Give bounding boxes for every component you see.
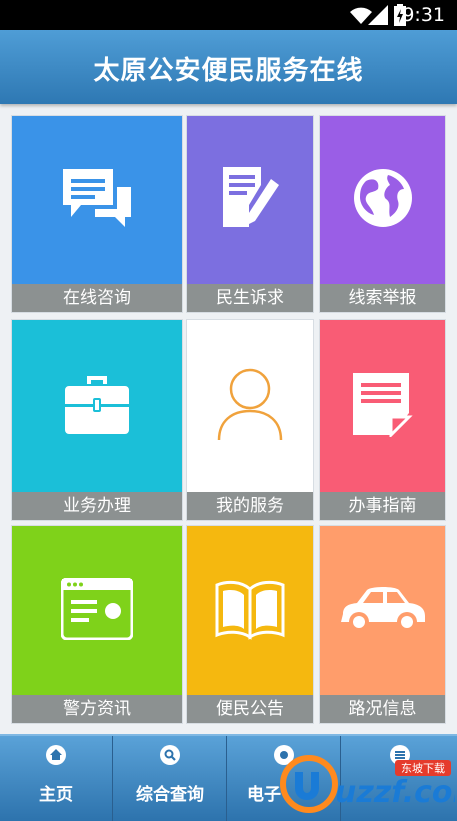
tile-label: 路况信息: [320, 695, 445, 723]
tile-my-services[interactable]: 我的服务: [186, 319, 314, 521]
tab-label: 综合查询: [136, 785, 204, 805]
uzzf-logo-icon: 东坡下载 uzzf.com: [280, 755, 457, 813]
tile-label: 警方资讯: [12, 695, 182, 723]
tile-label: 业务办理: [12, 492, 182, 520]
tab-query[interactable]: 综合查询: [114, 736, 227, 821]
chat-bubbles-icon: [63, 169, 131, 228]
tile-traffic-info[interactable]: 路况信息: [319, 525, 446, 724]
search-icon: [160, 745, 180, 765]
tile-public-notice[interactable]: 便民公告: [186, 525, 314, 724]
home-icon: [46, 745, 66, 765]
svg-text:东坡下载: 东坡下载: [401, 762, 445, 775]
document-pen-icon: [223, 167, 279, 228]
svg-text:uzzf.com: uzzf.com: [335, 775, 455, 810]
tile-label: 民生诉求: [187, 284, 313, 312]
tile-police-news[interactable]: 警方资讯: [11, 525, 183, 724]
tile-business-handling[interactable]: 业务办理: [11, 319, 183, 521]
tab-label: 主页: [39, 785, 73, 805]
service-grid: 在线咨询 民生诉求 线索举报 业务办理 我的服务 办事指南 警方资讯 便民公告 …: [0, 104, 457, 731]
user-icon: [217, 368, 283, 441]
browser-window-icon: [61, 577, 133, 640]
briefcase-icon: [65, 376, 129, 434]
tile-label: 在线咨询: [12, 284, 182, 312]
signal-icon: [368, 5, 388, 25]
tile-online-consult[interactable]: 在线咨询: [11, 115, 183, 313]
tile-label: 便民公告: [187, 695, 313, 723]
tile-label: 办事指南: [320, 492, 445, 520]
status-bar: 9:31: [0, 0, 457, 30]
watermark-logo: 东坡下载 uzzf.com: [275, 750, 457, 816]
open-book-icon: [215, 580, 285, 640]
page-title: 太原公安便民服务在线: [93, 56, 364, 86]
globe-icon: [353, 169, 412, 228]
tile-label: 线索举报: [320, 284, 445, 312]
app-header: 太原公安便民服务在线: [0, 30, 457, 104]
tile-label: 我的服务: [187, 492, 313, 520]
guide-document-icon: [352, 373, 413, 437]
tile-clue-report[interactable]: 线索举报: [319, 115, 446, 313]
tile-service-guide[interactable]: 办事指南: [319, 319, 446, 521]
car-icon: [340, 586, 425, 632]
tile-public-appeal[interactable]: 民生诉求: [186, 115, 314, 313]
status-time: 9:31: [402, 4, 445, 26]
tab-home[interactable]: 主页: [0, 736, 113, 821]
